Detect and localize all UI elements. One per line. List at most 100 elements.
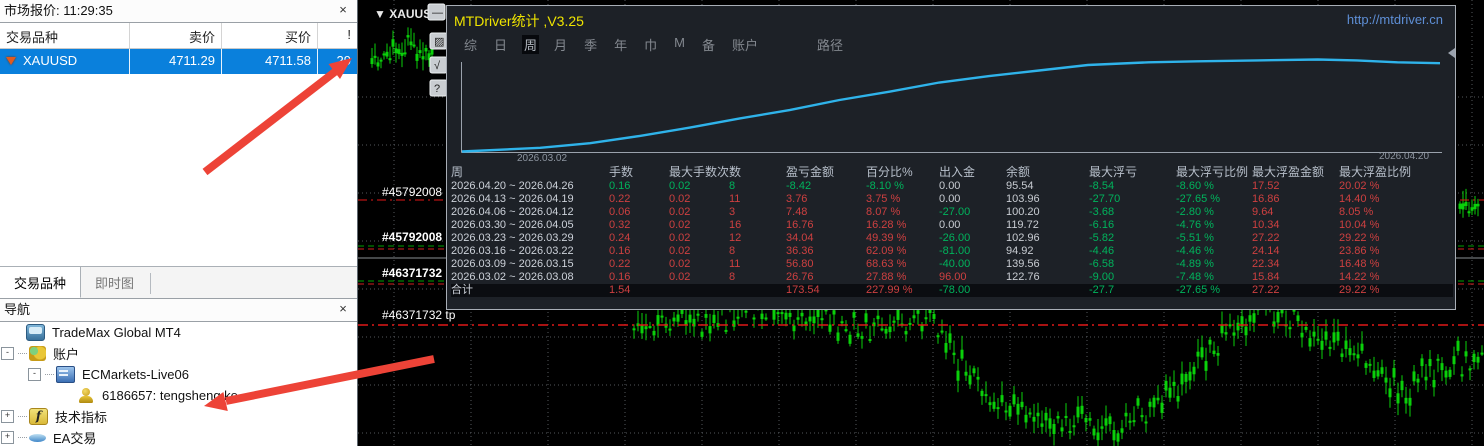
tab-tick-chart[interactable]: 即时图 <box>81 267 148 298</box>
stats-cell: -4.89 % <box>1176 258 1214 270</box>
stats-cell: 27.88 % <box>866 271 907 283</box>
navigator-item-1[interactable]: - 账户 <box>0 343 357 364</box>
stats-cell: 0.00 <box>939 193 961 205</box>
stats-column-header: 最大手数次数 <box>669 165 742 179</box>
tree-connector <box>18 353 27 354</box>
stats-cell: -4.46 % <box>1176 245 1214 257</box>
stats-cell: 7.48 <box>786 206 808 218</box>
panel-resize-grip-icon[interactable] <box>1448 48 1455 58</box>
stats-cell: 62.09 % <box>866 245 907 257</box>
column-ask[interactable]: 买价 <box>222 23 318 48</box>
stats-cell: 49.39 % <box>866 232 907 244</box>
stats-cell: -8.42 <box>786 180 812 192</box>
stats-table-row-5: 2026.03.16 ~ 2026.03.22 0.16 0.02 8 36.36 62.… <box>451 245 1453 258</box>
stats-cell: 2026.04.06 ~ 2026.04.12 <box>451 206 574 218</box>
stats-cell: 0.02 <box>669 219 691 231</box>
tree-connector <box>18 416 27 417</box>
navigator-item-3[interactable]: 6186657: tengsheng ke <box>0 385 357 406</box>
stats-cell: 8.05 % <box>1339 206 1374 218</box>
bid-cell: 4711.29 <box>130 49 222 74</box>
stats-cell: 20.02 % <box>1339 180 1380 192</box>
market-watch-title: 市场报价: 11:29:35 × <box>0 0 357 23</box>
equity-curve-chart <box>461 58 1442 153</box>
stats-cell: 0.22 <box>609 258 631 270</box>
stats-table-row-7: 2026.03.02 ~ 2026.03.08 0.16 0.02 8 26.76 27.… <box>451 271 1453 284</box>
stats-cell: 0.06 <box>609 206 631 218</box>
stats-cell: 29.22 % <box>1339 232 1380 244</box>
stats-cell: 14.22 % <box>1339 271 1380 283</box>
stats-column-header: 出入金 <box>939 165 976 179</box>
stats-cell: 227.99 % <box>866 284 913 296</box>
collapse-icon[interactable]: - <box>1 347 14 360</box>
stats-cell: 100.20 <box>1006 206 1040 218</box>
navigator-item-0[interactable]: TradeMax Global MT4 <box>0 322 357 343</box>
stats-cell: -27.65 % <box>1176 193 1221 205</box>
stats-cell: 0.16 <box>609 245 631 257</box>
stats-cell: 29.22 % <box>1339 284 1380 296</box>
navigator-item-2[interactable]: - ECMarkets-Live06 <box>0 364 357 385</box>
stats-cell: 12 <box>729 232 742 244</box>
expand-icon[interactable]: + <box>1 431 14 444</box>
stats-cell: 16.76 <box>786 219 814 231</box>
collapse-icon[interactable]: - <box>28 368 41 381</box>
tree-connector <box>45 374 54 375</box>
stats-column-header: 盈亏金额 <box>786 165 835 179</box>
navigator-item-5[interactable]: + EA交易 <box>0 427 357 446</box>
stats-cell: -9.00 <box>1089 271 1115 283</box>
expand-icon[interactable]: + <box>1 410 14 423</box>
navigator-panel: 导航 × TradeMax Global MT4- 账户 - ECMarkets-Li… <box>0 298 357 446</box>
stats-cell: 0.00 <box>939 180 961 192</box>
mtdriver-stats-panel: MTDriver统计 ,V3.25 http://mtdriver.cn 综日周… <box>446 5 1456 310</box>
tab-separator <box>150 273 152 294</box>
tab-symbols[interactable]: 交易品种 <box>0 267 82 298</box>
market-watch-tabs: 交易品种 即时图 <box>0 266 357 298</box>
stats-cell: 15.84 <box>1252 271 1280 283</box>
svg-text:?: ? <box>434 83 440 95</box>
column-bid[interactable]: 卖价 <box>130 23 222 48</box>
stats-column-header: 手数 <box>609 165 634 179</box>
navigator-title-text: 导航 <box>4 302 31 317</box>
stats-cell: 16 <box>729 219 742 231</box>
stats-cell: 95.54 <box>1006 180 1034 192</box>
stats-cell: -4.76 % <box>1176 219 1214 231</box>
stats-cell: -27.70 <box>1089 193 1121 205</box>
stats-cell: 0.16 <box>609 180 631 192</box>
close-icon[interactable]: × <box>335 2 351 18</box>
stats-cell: 0.32 <box>609 219 631 231</box>
stats-cell: 96.00 <box>939 271 967 283</box>
stats-cell: 23.86 % <box>1339 245 1380 257</box>
navigator-item-4[interactable]: + f 技术指标 <box>0 406 357 427</box>
stats-table-row-1: 2026.04.13 ~ 2026.04.19 0.22 0.02 11 3.76 3.7… <box>451 193 1453 206</box>
stats-cell: -2.80 % <box>1176 206 1214 218</box>
stats-panel-title: MTDriver统计 ,V3.25 <box>454 13 584 29</box>
stats-cell: 56.80 <box>786 258 814 270</box>
stats-column-header: 最大浮盈金额 <box>1252 165 1325 179</box>
stats-cell <box>669 284 729 297</box>
column-spread[interactable]: ! <box>318 23 357 48</box>
stats-cell: 16.28 % <box>866 219 907 231</box>
market-watch-row-xauusd[interactable]: XAUUSD 4711.29 4711.58 29 <box>0 49 357 74</box>
stats-table-total-row: 合计 1.54 173.54 227.99 % -78.00 -27.7 -27.65 % 2… <box>451 284 1454 297</box>
stats-cell: -6.58 <box>1089 258 1115 270</box>
navigator-title: 导航 × <box>0 299 357 322</box>
column-symbol[interactable]: 交易品种 <box>0 23 130 48</box>
navigator-item-label: 账户 <box>53 347 80 362</box>
stats-cell: 0.24 <box>609 232 631 244</box>
stats-cell: 2026.03.16 ~ 2026.03.22 <box>451 245 574 257</box>
stats-cell: 3.75 % <box>866 193 901 205</box>
symbol-name: XAUUSD <box>23 53 78 68</box>
accounts-icon <box>29 346 46 361</box>
stats-table-row-6: 2026.03.09 ~ 2026.03.15 0.22 0.02 11 56.80 68… <box>451 258 1453 271</box>
stats-cell: 2026.03.02 ~ 2026.03.08 <box>451 271 574 283</box>
platform-icon <box>26 324 45 341</box>
stats-cell: 0.02 <box>669 258 691 270</box>
stats-cell: 0.02 <box>669 245 691 257</box>
stats-cell: 27.22 <box>1252 284 1280 296</box>
stats-cell: 2026.03.23 ~ 2026.03.29 <box>451 232 574 244</box>
close-icon[interactable]: × <box>335 301 351 317</box>
stats-cell: 11 <box>729 193 741 205</box>
ask-cell: 4711.58 <box>222 49 318 74</box>
mtdriver-url-link[interactable]: http://mtdriver.cn <box>1347 12 1443 27</box>
stats-cell: -78.00 <box>939 284 971 296</box>
stats-cell: 14.40 % <box>1339 193 1380 205</box>
